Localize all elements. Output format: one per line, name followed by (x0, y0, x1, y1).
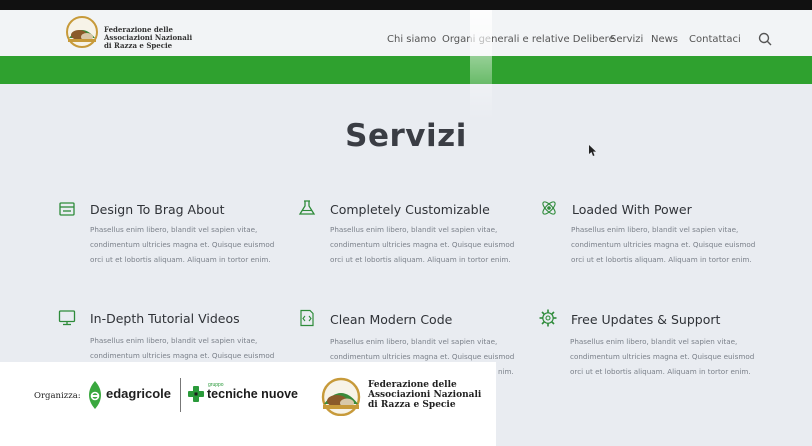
feature-title: In-Depth Tutorial Videos (90, 311, 240, 326)
feature-description: Phasellus enim libero, blandit vel sapie… (90, 333, 290, 363)
federation-emblem-icon (66, 16, 98, 48)
page-title: Servizi (345, 118, 467, 154)
feature-title: Design To Brag About (90, 202, 225, 217)
feature-title: Free Updates & Support (571, 312, 721, 327)
edagricole-logo: edagricole (106, 386, 172, 401)
feature-description-line: Phasellus enim libero, blandit vel sapie… (90, 336, 258, 345)
federation-name-line: di Razza e Specie (104, 41, 173, 50)
feature-description: Phasellus enim libero, blandit vel sapie… (90, 222, 290, 267)
feature-description-line: Phasellus enim libero, blandit vel sapie… (570, 337, 738, 346)
edagricole-leaf-icon (89, 381, 101, 409)
feature-description-line: condimentum ultricies magna et. Quisque … (571, 240, 756, 249)
federation-name-line: Associazioni Nazionali (368, 390, 482, 400)
flask-icon (298, 200, 316, 215)
code-file-icon (300, 309, 314, 327)
feature-title: Clean Modern Code (330, 312, 453, 327)
screen-glare (470, 10, 492, 120)
feature-description: Phasellus enim libero, blandit vel sapie… (570, 334, 770, 379)
monitor-bezel (0, 0, 812, 10)
organizer-label: Organizza: (34, 391, 81, 401)
feature-description-line: condimentum ultricies magna et. Quisque … (570, 352, 755, 361)
nav-item-organi[interactable]: Organi generali e relative Delibere (442, 34, 615, 45)
mouse-cursor-icon (589, 145, 596, 156)
feature-description-line: Phasellus enim libero, blandit vel sapie… (90, 225, 258, 234)
federation-name-line: Federazione delle (368, 380, 457, 390)
feature-description-line: Phasellus enim libero, blandit vel sapie… (330, 225, 498, 234)
sponsor-divider (180, 378, 181, 412)
tecniche-nuove-mark-icon (188, 386, 204, 402)
tecniche-nuove-logo: tecniche nuove (207, 387, 298, 401)
feature-description-line: condimentum ultricies magna et. Quisque … (90, 351, 275, 360)
site-header: Federazione delle Associazioni Nazionali… (0, 10, 812, 56)
feature-description-line: Phasellus enim libero, blandit vel sapie… (571, 225, 739, 234)
feature-description-line: condimentum ultricies magna et. Quisque … (90, 240, 275, 249)
nav-item-chi-siamo[interactable]: Chi siamo (387, 34, 436, 45)
federation-name-banner: Federazione delle Associazioni Nazionali… (368, 380, 496, 410)
feature-description: Phasellus enim libero, blandit vel sapie… (571, 222, 771, 267)
feature-description-line: orci ut et lobortis aliquam. Aliquam in … (330, 255, 511, 264)
feature-description: Phasellus enim libero, blandit vel sapie… (330, 222, 530, 267)
search-icon[interactable] (758, 32, 772, 46)
feature-description-line: orci ut et lobortis aliquam. Aliquam in … (570, 367, 751, 376)
atom-icon (542, 201, 556, 215)
feature-description-line: Phasellus enim libero, blandit vel sapie… (330, 337, 498, 346)
feature-description-line: orci ut et lobortis aliquam. Aliquam in … (90, 255, 271, 264)
nav-item-news[interactable]: News (651, 34, 678, 45)
nav-item-contattaci[interactable]: Contattaci (689, 34, 741, 45)
tray-icon (59, 202, 75, 216)
monitor-icon (58, 310, 76, 326)
federation-name-line: di Razza e Specie (368, 400, 456, 410)
feature-title: Completely Customizable (330, 202, 490, 217)
nav-item-servizi[interactable]: Servizi (610, 34, 643, 45)
feature-title: Loaded With Power (572, 202, 692, 217)
federation-emblem-icon (321, 377, 361, 416)
header-green-band (0, 56, 812, 84)
feature-description-line: orci ut et lobortis aliquam. Aliquam in … (571, 255, 752, 264)
gear-icon (539, 309, 557, 327)
feature-description-line: condimentum ultricies magna et. Quisque … (330, 240, 515, 249)
federation-name: Federazione delle Associazioni Nazionali… (104, 26, 194, 50)
